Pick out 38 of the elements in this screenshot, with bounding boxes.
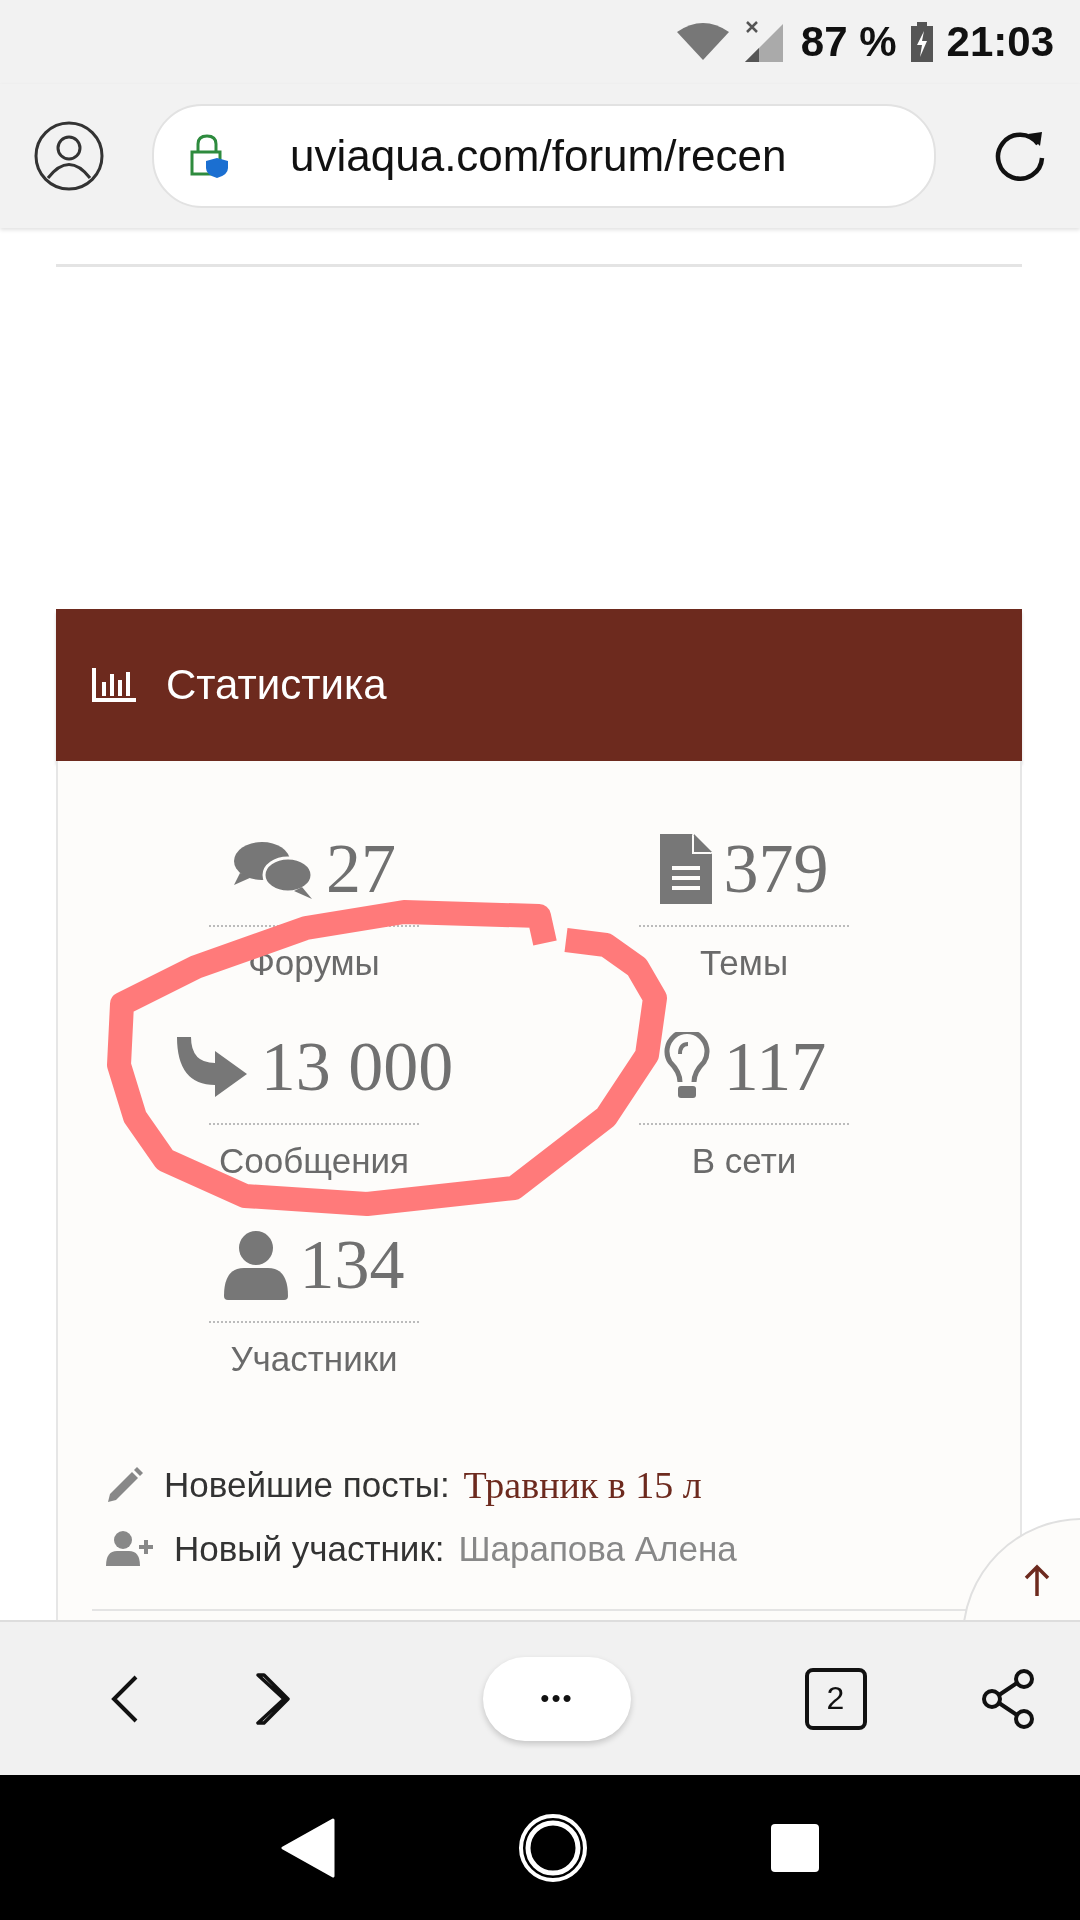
- battery-icon: [910, 22, 933, 62]
- stat-label: Форумы: [248, 943, 380, 983]
- stat-count: 379: [723, 829, 829, 909]
- user-icon: [223, 1230, 288, 1300]
- stat-count: 117: [723, 1027, 827, 1107]
- pencil-icon: [106, 1466, 144, 1504]
- recents-icon[interactable]: [770, 1823, 819, 1872]
- chat-bubbles-icon: [232, 839, 314, 899]
- share-arrow-icon: [174, 1037, 249, 1097]
- stat-label: Сообщения: [219, 1141, 409, 1181]
- add-user-icon: [106, 1530, 154, 1568]
- stat-label: В сети: [691, 1141, 797, 1181]
- home-icon[interactable]: [518, 1812, 588, 1883]
- more-button[interactable]: •••: [483, 1656, 631, 1741]
- up-arrow-icon: [1024, 1564, 1050, 1596]
- tabs-button[interactable]: 2: [804, 1667, 867, 1730]
- bar-chart-icon: [92, 668, 136, 702]
- stat-label: Темы: [699, 943, 789, 983]
- address-bar[interactable]: uviaqua.com/forum/recen: [152, 104, 936, 208]
- document-icon: [659, 834, 712, 904]
- stat-count: 27: [326, 829, 396, 909]
- back-triangle-icon[interactable]: [281, 1817, 336, 1878]
- section-title: Статистика: [166, 661, 387, 709]
- wifi-icon: [676, 22, 729, 62]
- stat-count: 13 000: [260, 1027, 454, 1107]
- battery-percent: 87 %: [800, 18, 897, 66]
- account-icon[interactable]: [34, 121, 104, 191]
- lock-icon: [190, 134, 230, 178]
- clock: 21:03: [946, 18, 1054, 66]
- latest-label: Новейшие посты:: [164, 1465, 450, 1505]
- latest-label: Новый участник:: [174, 1529, 445, 1569]
- back-icon[interactable]: [110, 1673, 140, 1724]
- url-text: uviaqua.com/forum/recen: [290, 131, 787, 181]
- forward-icon[interactable]: [253, 1670, 290, 1727]
- share-icon[interactable]: [980, 1668, 1036, 1729]
- post-link[interactable]: Травник в 15 л: [463, 1463, 702, 1507]
- stat-label: Участники: [230, 1339, 398, 1379]
- stat-count: 134: [299, 1225, 405, 1305]
